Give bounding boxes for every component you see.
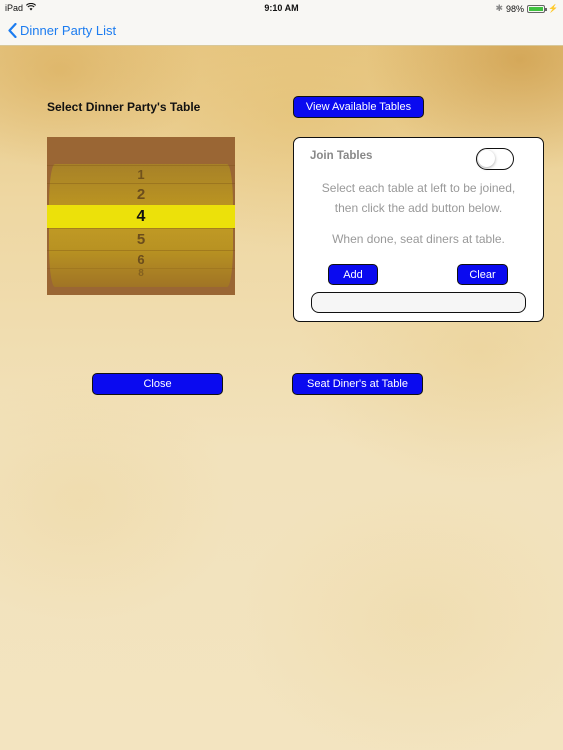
picker-selected-row[interactable]: 4 (47, 205, 235, 228)
picker-row[interactable]: 8 (47, 268, 235, 280)
back-button[interactable]: Dinner Party List (8, 23, 116, 38)
picker-row[interactable]: 2 (47, 183, 235, 205)
battery-percent: 98% (506, 3, 525, 14)
toggle-knob (478, 150, 495, 167)
clear-button[interactable]: Clear (457, 264, 508, 285)
seat-diners-button[interactable]: Seat Diner's at Table (292, 373, 423, 395)
joined-tables-field[interactable] (311, 292, 526, 313)
charging-icon: ⚡ (548, 4, 558, 13)
join-tables-panel: Join Tables Select each table at left to… (293, 137, 544, 322)
bluetooth-icon: ✱ (495, 3, 504, 13)
join-tables-label: Join Tables (310, 150, 373, 162)
instruction-line-3: When done, seat diners at table. (332, 232, 505, 246)
back-label: Dinner Party List (20, 23, 117, 38)
picker-row[interactable]: 6 (47, 250, 235, 268)
view-available-tables-button[interactable]: View Available Tables (293, 96, 424, 118)
picker-row[interactable]: 5 (47, 228, 235, 250)
instruction-line-2: then click the add button below. (334, 201, 503, 215)
join-tables-toggle[interactable] (476, 148, 514, 170)
table-picker[interactable]: 1 2 4 5 6 8 (47, 137, 235, 295)
select-table-label: Select Dinner Party's Table (47, 100, 201, 114)
chevron-left-icon (8, 23, 17, 38)
battery-icon (527, 4, 548, 13)
instruction-line-1: Select each table at left to be joined, (321, 181, 516, 195)
close-button[interactable]: Close (92, 373, 223, 395)
picker-row[interactable]: 1 (47, 165, 235, 183)
add-button[interactable]: Add (328, 264, 378, 285)
status-bar: iPad 9:10 AM ✱ 98% ⚡ (0, 0, 563, 18)
navigation-bar: Dinner Party List (0, 18, 563, 46)
clock: 9:10 AM (264, 3, 299, 13)
